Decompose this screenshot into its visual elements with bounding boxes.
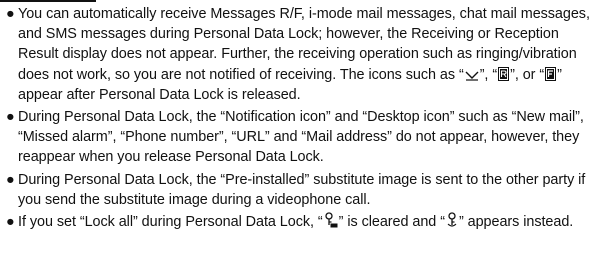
- note-text: During Personal Data Lock, the “Notifica…: [18, 109, 584, 166]
- header-rule-fragment: [0, 0, 96, 2]
- list-item: ● During Personal Data Lock, the “Notifi…: [6, 107, 594, 168]
- bullet: ●: [6, 109, 15, 126]
- note-text: ”, or “: [510, 66, 545, 83]
- note-text: ”, “: [479, 66, 498, 83]
- bullet: ●: [6, 214, 15, 231]
- note-text: If you set “Lock all” during Personal Da…: [18, 214, 323, 231]
- personal-data-lock-key-icon: [446, 212, 458, 228]
- list-item: ● During Personal Data Lock, the “Pre-in…: [6, 170, 594, 210]
- list-item: ● If you set “Lock all” during Personal …: [6, 212, 594, 232]
- mail-envelope-icon: [465, 68, 479, 81]
- bullet: ●: [6, 6, 15, 22]
- notes-list: ● You can automatically receive Messages…: [6, 4, 594, 234]
- message-r-icon: [498, 66, 510, 81]
- note-text: During Personal Data Lock, the “Pre-inst…: [18, 171, 586, 208]
- list-item: ● You can automatically receive Messages…: [6, 4, 594, 105]
- note-text: ” appears instead.: [458, 214, 574, 231]
- note-text: ” is cleared and “: [338, 214, 445, 231]
- bullet: ●: [6, 171, 15, 188]
- message-f-icon: [545, 66, 557, 81]
- lock-all-key-icon: [324, 212, 338, 228]
